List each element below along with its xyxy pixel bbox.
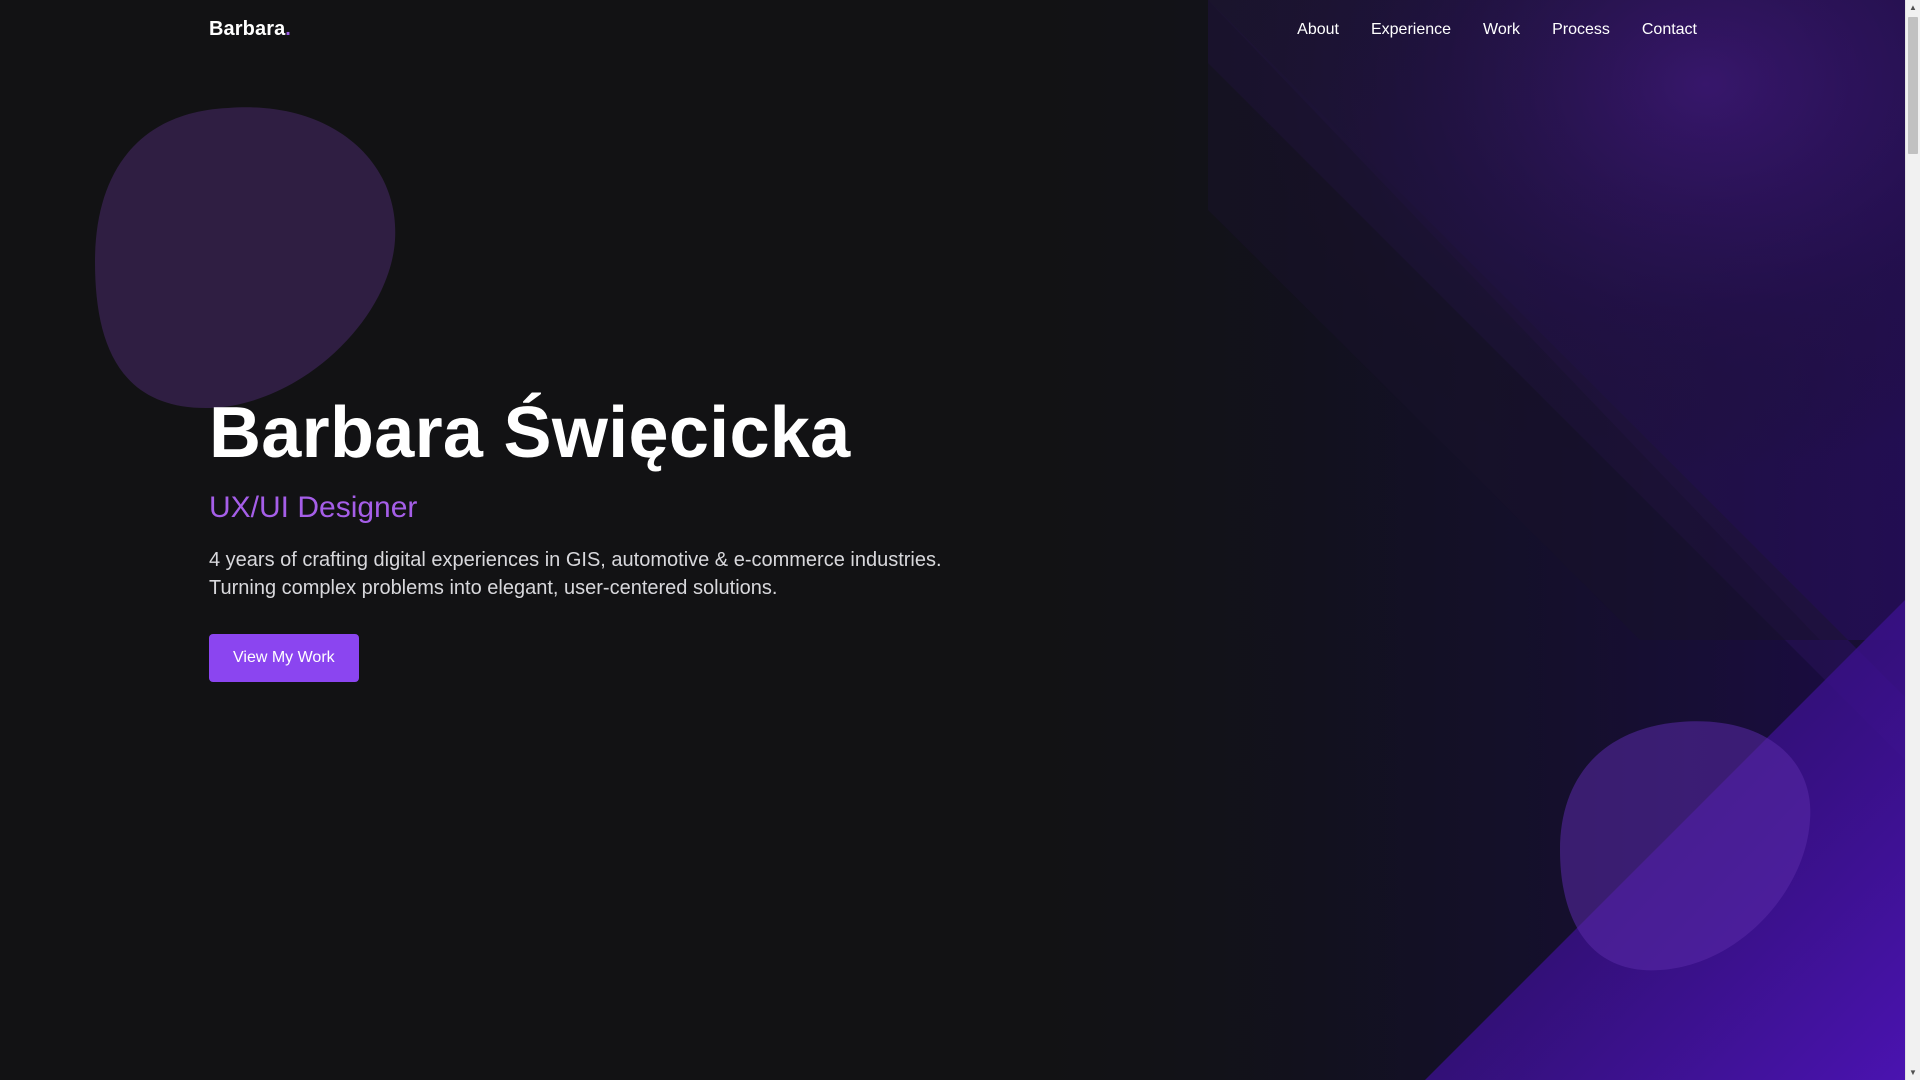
hero-name: Barbara Święcicka (209, 393, 851, 473)
logo-link[interactable]: Barbara. (209, 18, 291, 41)
hero-description-line-2: Turning complex problems into elegant, u… (209, 577, 778, 599)
hero-description: 4 years of crafting digital experiences … (209, 546, 969, 602)
logo-text: Barbara (209, 18, 286, 40)
blob-bottom-right (1560, 721, 1811, 971)
logo-dot: . (285, 18, 291, 40)
scroll-up-arrow-icon[interactable]: ▲ (1906, 0, 1920, 15)
view-my-work-button[interactable]: View My Work (209, 634, 359, 682)
nav-link-experience[interactable]: Experience (1371, 20, 1451, 39)
scroll-down-arrow-icon[interactable]: ▼ (1906, 1065, 1920, 1080)
scrollbar-thumb[interactable] (1908, 17, 1918, 154)
hero-section: Barbara Święcicka UX/UI Designer 4 years… (209, 388, 969, 682)
nav-link-work[interactable]: Work (1483, 20, 1520, 39)
nav-link-about[interactable]: About (1297, 20, 1339, 39)
scrollbar[interactable]: ▲ ▼ (1905, 0, 1920, 1080)
main-nav: About Experience Work Process Contact (1297, 20, 1697, 39)
site-header: Barbara. About Experience Work Process C… (0, 0, 1905, 60)
nav-link-process[interactable]: Process (1552, 20, 1610, 39)
hero-description-line-1: 4 years of crafting digital experiences … (209, 549, 942, 571)
nav-link-contact[interactable]: Contact (1642, 20, 1697, 39)
hero-role: UX/UI Designer (209, 491, 418, 524)
blob-top-left (95, 107, 396, 409)
page: Barbara. About Experience Work Process C… (0, 0, 1905, 1080)
